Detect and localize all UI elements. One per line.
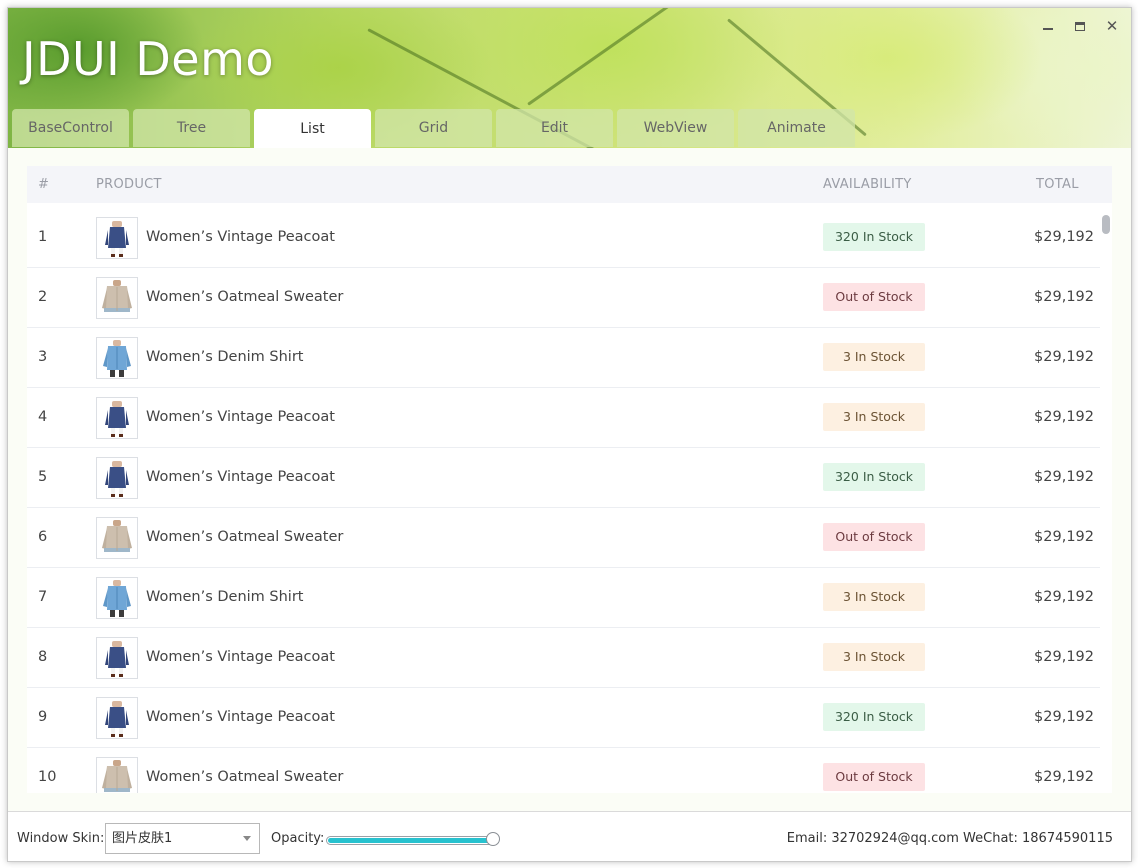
header-product: PRODUCT [96,177,162,192]
tab-grid[interactable]: Grid [375,109,492,147]
product-image [96,637,138,679]
window-skin-select[interactable]: 图片皮肤1 [105,823,260,854]
product-name: Women’s Vintage Peacoat [146,649,335,665]
product-name: Women’s Denim Shirt [146,589,304,605]
row-total: $29,192 [1034,409,1094,425]
availability-badge: 320 In Stock [823,703,925,731]
product-image [96,457,138,499]
opacity-slider-handle[interactable] [486,832,500,846]
row-total: $29,192 [1034,469,1094,485]
product-name: Women’s Denim Shirt [146,349,304,365]
tab-webview[interactable]: WebView [617,109,734,147]
availability-badge: 320 In Stock [823,463,925,491]
table-row[interactable]: 2 Women’s Oatmeal Sweater Out of Stock $29,… [27,268,1100,328]
availability-badge: 3 In Stock [823,583,925,611]
row-total: $29,192 [1034,649,1094,665]
header-availability: AVAILABILITY [823,177,912,192]
row-total: $29,192 [1034,229,1094,245]
header-num: # [38,177,50,192]
table-row[interactable]: 6 Women’s Oatmeal Sweater Out of Stock $29,… [27,508,1100,568]
row-total: $29,192 [1034,589,1094,605]
product-name: Women’s Oatmeal Sweater [146,769,344,785]
contact-info: Email: 32702924@qq.com WeChat: 186745901… [786,831,1113,846]
row-number: 8 [38,649,48,665]
header-banner: JDUI Demo ✕ BaseControl Tree List Grid Edit W… [8,8,1131,153]
app-window: JDUI Demo ✕ BaseControl Tree List Grid Edit W… [7,7,1132,862]
table-row[interactable]: 4 Women’s Vintage Peacoat 3 In Stock $29,19… [27,388,1100,448]
table-row[interactable]: 8 Women’s Vintage Peacoat 3 In Stock $29,19… [27,628,1100,688]
tab-edit[interactable]: Edit [496,109,613,147]
row-number: 4 [38,409,48,425]
availability-badge: Out of Stock [823,763,925,791]
tab-list[interactable]: List [254,109,371,148]
list-page: # PRODUCT AVAILABILITY TOTAL 1 Women’s Vi… [8,148,1131,811]
tab-bar: BaseControl Tree List Grid Edit WebView Animat… [12,109,859,148]
row-total: $29,192 [1034,349,1094,365]
product-image [96,277,138,319]
tab-tree[interactable]: Tree [133,109,250,147]
row-total: $29,192 [1034,709,1094,725]
availability-badge: 3 In Stock [823,343,925,371]
product-image [96,577,138,619]
close-icon[interactable]: ✕ [1101,16,1123,36]
row-number: 10 [38,769,57,785]
product-image [96,517,138,559]
product-name: Women’s Oatmeal Sweater [146,289,344,305]
row-number: 6 [38,529,48,545]
availability-badge: Out of Stock [823,283,925,311]
table-row[interactable]: 1 Women’s Vintage Peacoat 320 In Stock $29,… [27,208,1100,268]
row-total: $29,192 [1034,529,1094,545]
table-row[interactable]: 10 Women’s Oatmeal Sweater Out of Stock $29… [27,748,1100,793]
chevron-down-icon [243,836,251,841]
row-number: 3 [38,349,48,365]
product-image [96,697,138,739]
table-body[interactable]: 1 Women’s Vintage Peacoat 320 In Stock $29,… [27,208,1100,793]
opacity-label: Opacity: [271,831,325,846]
availability-badge: 3 In Stock [823,403,925,431]
app-title: JDUI Demo [22,32,275,86]
row-number: 9 [38,709,48,725]
row-total: $29,192 [1034,289,1094,305]
table-row[interactable]: 9 Women’s Vintage Peacoat 320 In Stock $29,… [27,688,1100,748]
window-skin-value: 图片皮肤1 [112,831,173,846]
opacity-slider-fill [328,838,491,843]
window-skin-label: Window Skin: [17,831,105,846]
vertical-scrollbar[interactable] [1102,215,1110,234]
table-row[interactable]: 7 Women’s Denim Shirt 3 In Stock $29,192 [27,568,1100,628]
product-image [96,397,138,439]
row-number: 7 [38,589,48,605]
product-image [96,217,138,259]
header-total: TOTAL [1036,177,1079,192]
table-row[interactable]: 3 Women’s Denim Shirt 3 In Stock $29,192 [27,328,1100,388]
row-number: 5 [38,469,48,485]
availability-badge: Out of Stock [823,523,925,551]
product-name: Women’s Vintage Peacoat [146,229,335,245]
row-total: $29,192 [1034,769,1094,785]
product-name: Women’s Vintage Peacoat [146,709,335,725]
availability-badge: 320 In Stock [823,223,925,251]
minimize-icon[interactable] [1037,16,1059,36]
product-name: Women’s Oatmeal Sweater [146,529,344,545]
availability-badge: 3 In Stock [823,643,925,671]
status-bar: Window Skin: 图片皮肤1 Opacity: Email: 32702… [8,811,1131,861]
table-row[interactable]: 5 Women’s Vintage Peacoat 320 In Stock $29,… [27,448,1100,508]
table-header: # PRODUCT AVAILABILITY TOTAL [27,166,1112,203]
leaf-decoration [527,8,693,106]
product-name: Women’s Vintage Peacoat [146,469,335,485]
product-table: # PRODUCT AVAILABILITY TOTAL 1 Women’s Vi… [27,166,1112,793]
product-image [96,337,138,379]
product-name: Women’s Vintage Peacoat [146,409,335,425]
opacity-slider[interactable] [326,836,498,845]
tab-basecontrol[interactable]: BaseControl [12,109,129,147]
row-number: 2 [38,289,48,305]
product-image [96,757,138,793]
row-number: 1 [38,229,48,245]
tab-animate[interactable]: Animate [738,109,855,147]
maximize-icon[interactable] [1069,16,1091,36]
